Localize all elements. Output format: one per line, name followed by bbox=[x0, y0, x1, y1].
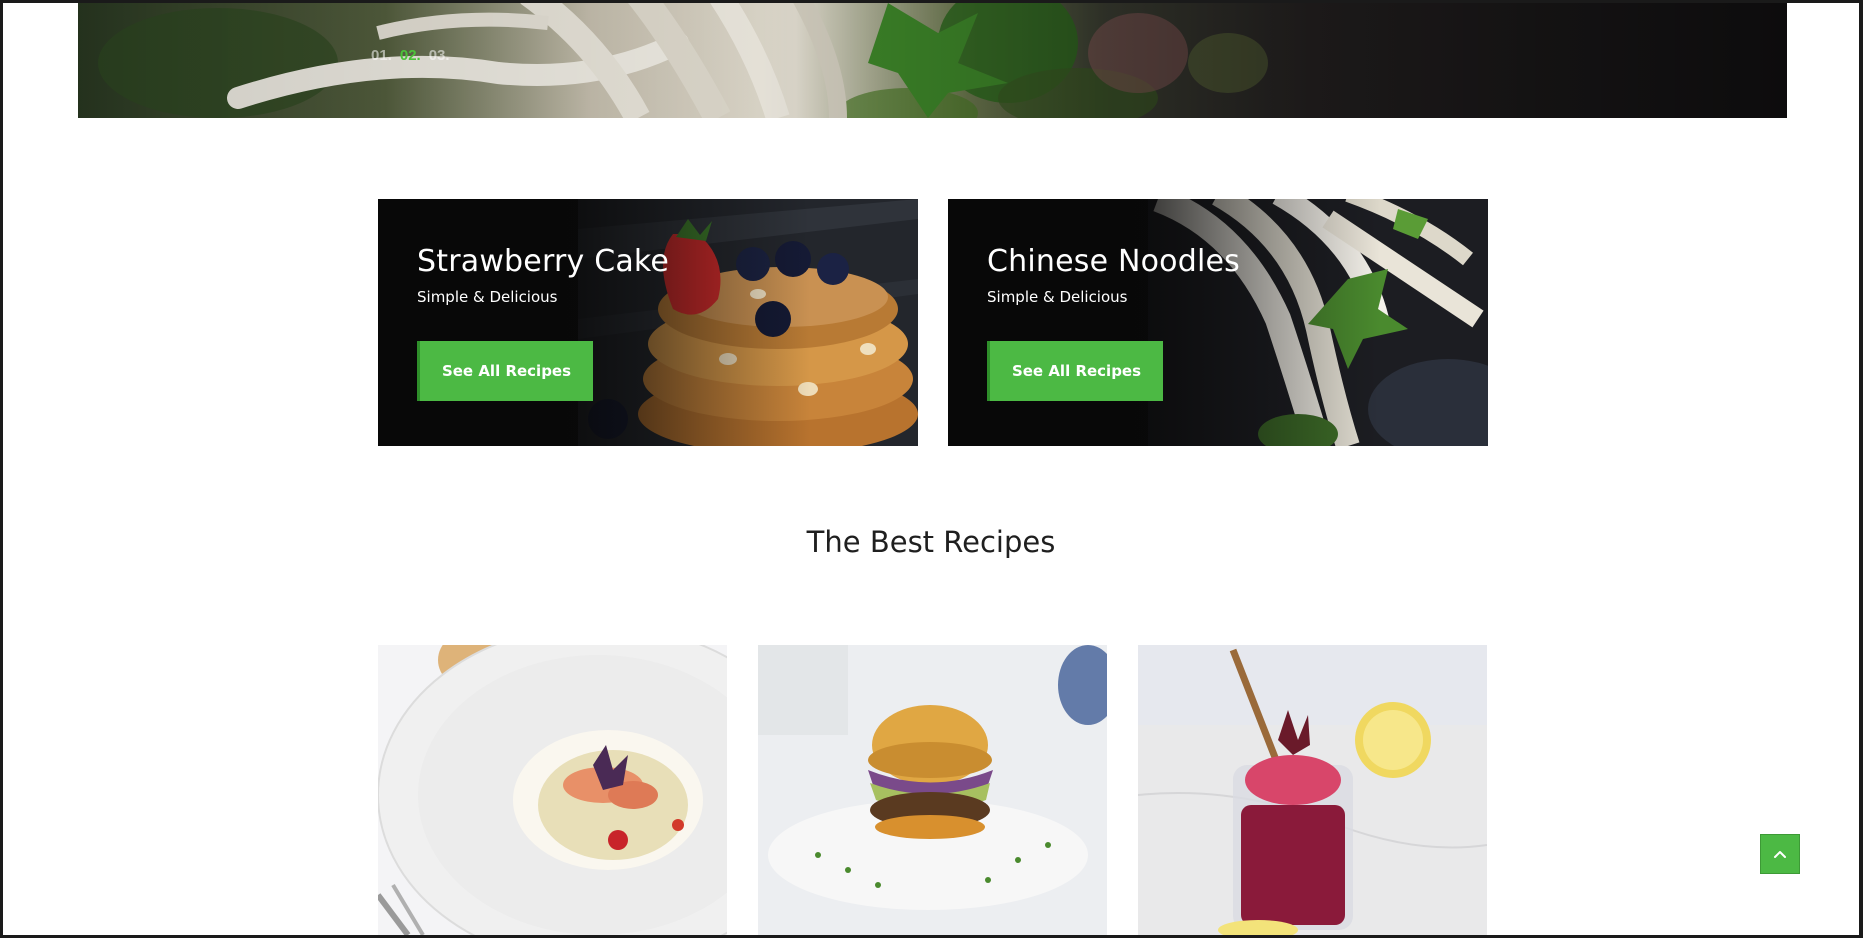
berry-drink-image bbox=[1138, 645, 1487, 935]
slide-dot-2[interactable]: 02. bbox=[400, 47, 421, 64]
slide-dot-3[interactable]: 03. bbox=[429, 47, 450, 64]
promo-subtitle: Simple & Delicious bbox=[417, 288, 558, 306]
promo-subtitle: Simple & Delicious bbox=[987, 288, 1128, 306]
chevron-up-icon bbox=[1774, 851, 1786, 858]
promo-card-strawberry-cake: Strawberry Cake Simple & Delicious See A… bbox=[378, 199, 918, 446]
promo-title: Strawberry Cake bbox=[417, 244, 670, 279]
recipe-card-berry-drink[interactable] bbox=[1138, 645, 1487, 935]
slide-dot-1[interactable]: 01. bbox=[371, 47, 392, 64]
burger-image bbox=[758, 645, 1107, 935]
recipe-card-burger[interactable] bbox=[758, 645, 1107, 935]
back-to-top-button[interactable] bbox=[1760, 834, 1800, 874]
page: 01. 02. 03. Strawberry Cake Simple & Del… bbox=[3, 3, 1859, 935]
see-all-recipes-button[interactable]: See All Recipes bbox=[417, 341, 593, 401]
seafood-plate-image bbox=[378, 645, 727, 935]
promo-card-chinese-noodles: Chinese Noodles Simple & Delicious See A… bbox=[948, 199, 1488, 446]
promo-title: Chinese Noodles bbox=[987, 244, 1241, 279]
slider-pagination: 01. 02. 03. bbox=[371, 47, 450, 64]
recipe-card-seafood[interactable] bbox=[378, 645, 727, 935]
section-title: The Best Recipes bbox=[806, 525, 1056, 559]
hero-slider: 01. 02. 03. bbox=[78, 3, 1787, 118]
see-all-recipes-button[interactable]: See All Recipes bbox=[987, 341, 1163, 401]
